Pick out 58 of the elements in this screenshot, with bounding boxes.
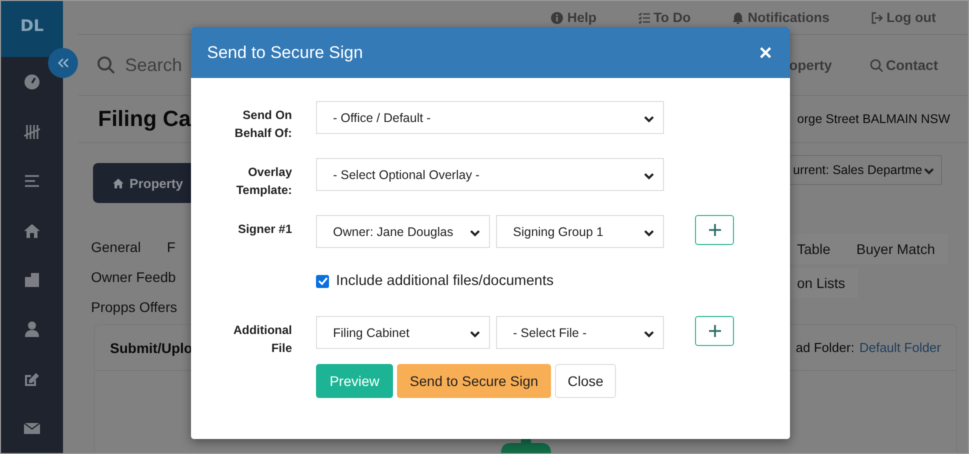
chevron-icon	[923, 165, 935, 175]
search-field[interactable]: Search	[78, 54, 185, 76]
home-icon	[24, 222, 40, 238]
help-icon	[551, 12, 564, 24]
checkbox-label: Include additional files/documents	[336, 273, 554, 289]
nav-link[interactable]: Log out	[856, 1, 968, 34]
upload-icon	[500, 437, 550, 453]
search-icon	[870, 58, 883, 72]
folder-label: ad Folder:	[796, 340, 854, 355]
list-icon	[24, 173, 40, 190]
tab[interactable]: F	[154, 232, 188, 262]
field-label: Signer #1	[236, 221, 292, 238]
search-icon	[97, 56, 115, 74]
dropdown[interactable]: Signing Group 1	[496, 215, 664, 248]
send-button[interactable]: Send to Secure Sign	[397, 364, 551, 398]
tab[interactable]: Owner Feedb	[78, 262, 189, 292]
nav-link[interactable]: Help	[537, 1, 624, 34]
dialog-title: Send to Secure Sign	[207, 42, 363, 62]
close-button[interactable]: ×	[755, 42, 776, 64]
home-icon	[113, 176, 124, 190]
dropdown[interactable]: - Office / Default -	[316, 101, 664, 134]
logo: DL	[1, 1, 63, 58]
check-icon	[318, 277, 328, 285]
dropdown[interactable]: - Select Optional Overlay -	[316, 158, 664, 191]
user-icon	[24, 321, 40, 338]
close-button[interactable]: Close	[555, 364, 616, 398]
add-button[interactable]	[695, 215, 734, 245]
edit-icon	[24, 370, 40, 387]
tab[interactable]: General	[78, 232, 154, 262]
plus-icon	[708, 325, 720, 337]
page-title: Filing Ca	[97, 106, 191, 132]
folder-link[interactable]: Default Folder	[859, 340, 941, 355]
tab[interactable]: Propps Offers	[78, 292, 190, 322]
preview-button[interactable]: Preview	[316, 364, 393, 398]
tally-icon	[24, 124, 40, 140]
envelope-icon	[24, 420, 40, 436]
search-link[interactable]: operty	[789, 57, 832, 73]
field-label: Send On Behalf Of:	[234, 107, 292, 142]
plus-icon	[708, 224, 720, 236]
checkbox[interactable]	[316, 274, 329, 288]
card-title: Submit/Uplo	[110, 340, 192, 356]
search-link[interactable]: Contact	[870, 57, 938, 73]
logout-icon	[870, 12, 883, 24]
dropdown[interactable]: Filing Cabinet	[316, 316, 490, 349]
dropdown[interactable]: - Select File -	[496, 316, 664, 349]
double-chevron-icon	[57, 58, 69, 68]
collapse-button[interactable]	[48, 48, 78, 78]
add-button[interactable]	[695, 316, 734, 346]
nav-link[interactable]: To Do	[624, 1, 718, 34]
gauge-icon	[24, 74, 40, 90]
address-text: orge Street BALMAIN NSW	[797, 112, 951, 126]
nav-link[interactable]: Notifications	[718, 1, 857, 34]
checklist-icon	[638, 12, 650, 24]
building-icon	[24, 272, 40, 288]
dropdown[interactable]: Owner: Jane Douglas	[316, 215, 490, 248]
bell-icon	[732, 12, 744, 24]
field-label: Overlay Template:	[235, 164, 292, 199]
field-label: Additional File	[232, 322, 292, 357]
